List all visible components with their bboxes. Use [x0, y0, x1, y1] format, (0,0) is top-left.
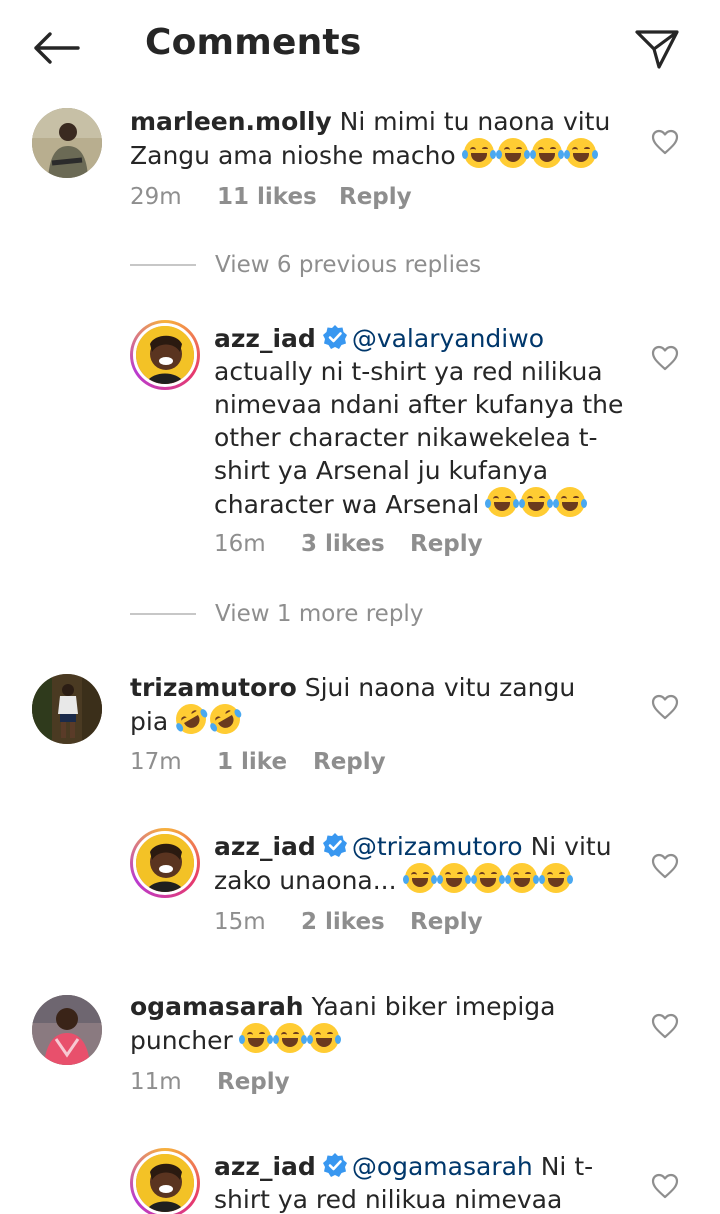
back-button[interactable] [28, 22, 84, 74]
verified-badge-icon [322, 325, 347, 349]
comment-username[interactable]: marleen.molly [130, 107, 332, 136]
tears-of-joy-icon [519, 487, 554, 517]
emoji-group [461, 138, 600, 170]
page-title: Comments [145, 22, 362, 63]
top-bar: Comments [0, 0, 720, 96]
comment-meta: 29m 11 likes Reply [130, 184, 412, 210]
rolling-laughing-icon [204, 698, 246, 740]
tears-of-joy-icon [436, 863, 471, 893]
tears-of-joy-icon [402, 863, 437, 893]
emoji-group [485, 487, 589, 519]
tears-of-joy-icon [504, 863, 539, 893]
avatar[interactable] [130, 1148, 200, 1214]
comment-username[interactable]: ogamasarah [130, 992, 304, 1021]
view-replies-label: View 6 previous replies [215, 252, 482, 278]
comment-meta: 15m 2 likes Reply [214, 909, 483, 935]
reply-button[interactable]: Reply [313, 749, 386, 775]
avatar[interactable] [32, 995, 102, 1065]
view-replies-label: View 1 more reply [215, 601, 424, 627]
tears-of-joy-icon [495, 138, 530, 168]
comment-body: trizamutoro Sjui naona vitu zangu pia [130, 671, 620, 740]
heart-outline-icon[interactable] [651, 1173, 679, 1199]
comment-body: ogamasarah Yaani biker imepiga puncher [130, 990, 620, 1057]
comment-time: 29m [130, 184, 182, 210]
mention-link[interactable]: @trizamutoro [352, 832, 523, 861]
likes-count[interactable]: 3 likes [301, 531, 410, 557]
comment-time: 11m [130, 1069, 182, 1095]
paper-plane-icon [635, 30, 679, 69]
share-button[interactable] [628, 22, 686, 76]
arrow-left-icon [34, 32, 80, 64]
avatar[interactable] [130, 828, 200, 898]
comment-username[interactable]: azz_iad [214, 324, 316, 353]
likes-count[interactable]: 2 likes [301, 909, 410, 935]
view-previous-replies-button[interactable]: View 6 previous replies [130, 252, 481, 278]
comment-meta: 17m 1 like Reply [130, 749, 386, 775]
reply-button[interactable]: Reply [217, 1069, 290, 1095]
comment-body: marleen.molly Ni mimi tu naona vitu Zang… [130, 105, 620, 172]
avatar[interactable] [32, 674, 102, 744]
comment-meta: 11m Reply [130, 1069, 290, 1095]
mention-link[interactable]: @valaryandiwo [352, 324, 544, 353]
tears-of-joy-icon [272, 1023, 307, 1053]
heart-outline-icon[interactable] [651, 694, 679, 720]
tears-of-joy-icon [306, 1023, 341, 1053]
divider [130, 264, 196, 266]
comment-body: azz_iad @trizamutoro Ni vitu zako unaona.… [214, 830, 634, 897]
heart-outline-icon[interactable] [651, 853, 679, 879]
comment-time: 17m [130, 749, 182, 775]
tears-of-joy-icon [461, 138, 496, 168]
comment-username[interactable]: trizamutoro [130, 673, 297, 702]
comment-body: azz_iad @valaryandiwo actually ni t-shirt… [214, 322, 634, 521]
comment-time: 15m [214, 909, 266, 935]
likes-count[interactable]: 1 like [217, 749, 313, 775]
comment-body: azz_iad @ogamasarah Ni t-shirt ya red nil… [214, 1150, 634, 1214]
tears-of-joy-icon [553, 487, 588, 517]
likes-count[interactable]: 11 likes [217, 184, 339, 210]
heart-outline-icon[interactable] [651, 129, 679, 155]
heart-outline-icon[interactable] [651, 345, 679, 371]
emoji-group [402, 863, 575, 895]
tears-of-joy-icon [563, 138, 598, 168]
heart-outline-icon[interactable] [651, 1013, 679, 1039]
rolling-laughing-icon [170, 698, 212, 740]
reply-button[interactable]: Reply [410, 531, 483, 557]
verified-badge-icon [322, 833, 347, 857]
comment-username[interactable]: azz_iad [214, 832, 316, 861]
reply-button[interactable]: Reply [339, 184, 412, 210]
comment-meta: 16m 3 likes Reply [214, 531, 483, 557]
comment-time: 16m [214, 531, 266, 557]
tears-of-joy-icon [238, 1023, 273, 1053]
tears-of-joy-icon [485, 487, 520, 517]
emoji-group [170, 698, 246, 740]
tears-of-joy-icon [538, 863, 573, 893]
tears-of-joy-icon [470, 863, 505, 893]
avatar[interactable] [32, 108, 102, 178]
avatar[interactable] [130, 320, 200, 390]
view-more-replies-button[interactable]: View 1 more reply [130, 601, 423, 627]
emoji-group [238, 1023, 343, 1055]
reply-button[interactable]: Reply [410, 909, 483, 935]
verified-badge-icon [322, 1153, 347, 1177]
comment-username[interactable]: azz_iad [214, 1152, 316, 1181]
mention-link[interactable]: @ogamasarah [352, 1152, 533, 1181]
divider [130, 613, 196, 615]
tears-of-joy-icon [529, 138, 564, 168]
